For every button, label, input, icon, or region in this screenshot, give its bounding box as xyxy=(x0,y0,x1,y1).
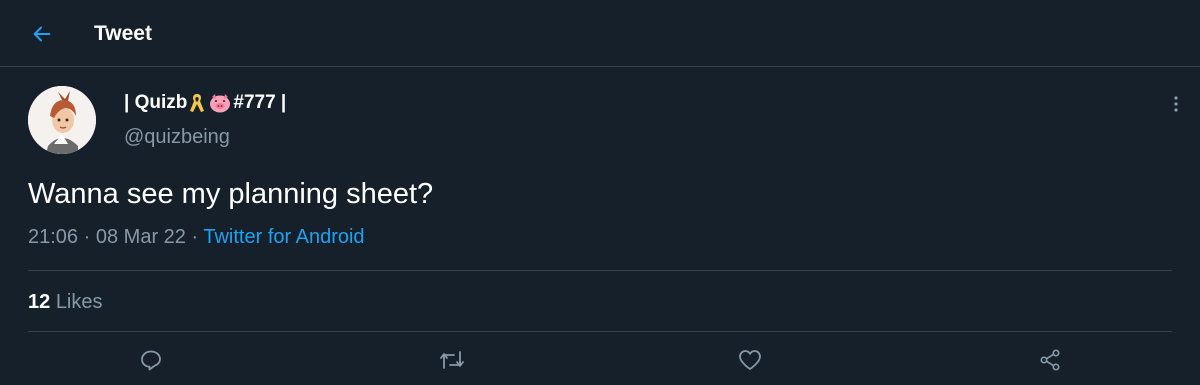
tweet-source-link[interactable]: Twitter for Android xyxy=(203,226,364,248)
meta-separator: · xyxy=(191,226,199,248)
avatar[interactable] xyxy=(28,86,96,154)
author-name-suffix: #777 | xyxy=(233,92,287,113)
like-button[interactable] xyxy=(736,346,764,374)
share-button[interactable] xyxy=(1036,346,1064,374)
divider xyxy=(28,270,1172,271)
more-vertical-icon xyxy=(1174,96,1178,112)
share-icon xyxy=(1040,349,1060,371)
yellow-ribbon-icon xyxy=(188,92,206,114)
author-handle[interactable]: @quizbeing xyxy=(124,126,230,149)
likes-count: 12 xyxy=(28,291,51,313)
reply-icon xyxy=(141,350,161,371)
like-icon xyxy=(739,350,761,370)
more-options-button[interactable] xyxy=(1164,92,1188,116)
tweet-text: Wanna see my planning sheet? xyxy=(28,178,434,210)
retweet-button[interactable] xyxy=(438,346,466,374)
retweet-icon xyxy=(440,351,464,369)
tweet-meta: 21:06 · 08 Mar 22 · Twitter for Android xyxy=(28,226,365,249)
likes-stat[interactable]: 12 Likes xyxy=(28,291,103,314)
reply-button[interactable] xyxy=(137,346,165,374)
back-button[interactable] xyxy=(22,14,62,54)
divider xyxy=(28,331,1172,332)
avatar-illustration xyxy=(28,86,96,154)
arrow-left-icon xyxy=(33,26,51,42)
tweet-date: 08 Mar 22 xyxy=(95,226,186,248)
tweet-time: 21:06 xyxy=(28,226,79,248)
author-display-name[interactable]: | Quizb #777 | xyxy=(124,92,286,114)
top-bar: Tweet xyxy=(0,0,1200,67)
page-title: Tweet xyxy=(94,22,152,45)
author-name-prefix: | Quizb xyxy=(124,92,188,113)
meta-separator: · xyxy=(83,226,91,248)
pig-face-icon xyxy=(208,92,232,114)
likes-label: Likes xyxy=(55,291,103,313)
